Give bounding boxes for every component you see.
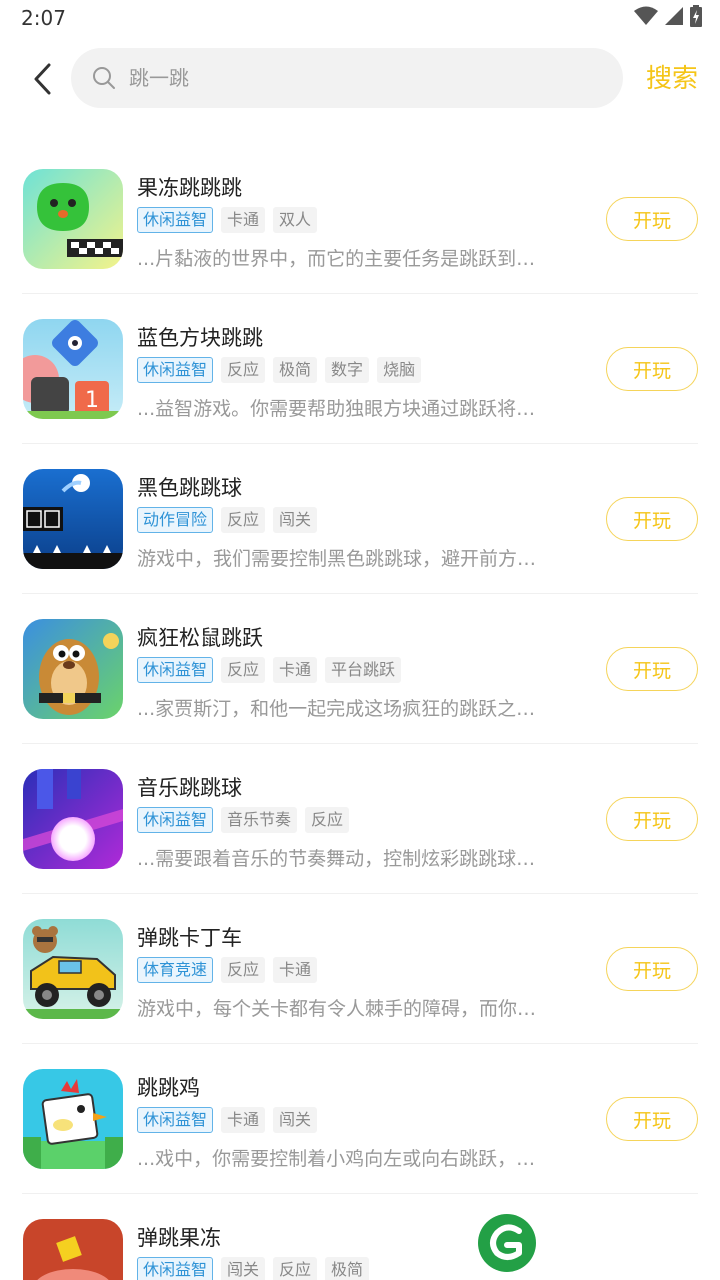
game-item[interactable]: 疯狂松鼠跳跃 休闲益智 反应 卡通 平台跳跃 ...家贾斯汀，和他一起完成这场疯… — [22, 594, 698, 744]
battery-icon — [690, 5, 702, 31]
signal-icon — [664, 6, 684, 30]
game-title: 蓝色方块跳跳 — [137, 326, 263, 350]
tag: 卡通 — [273, 657, 318, 683]
play-button[interactable]: 开玩 — [606, 197, 698, 241]
play-button[interactable]: 开玩 — [606, 647, 698, 691]
play-button[interactable]: 开玩 — [606, 347, 698, 391]
status-bar: 2:07 — [0, 0, 720, 36]
game-title: 音乐跳跳球 — [137, 776, 242, 800]
play-button[interactable]: 开玩 — [606, 797, 698, 841]
tag: 数字 — [325, 357, 370, 383]
tag-primary: 休闲益智 — [137, 1107, 214, 1133]
back-button[interactable] — [22, 54, 62, 104]
game-item[interactable]: 果冻跳跳跳 休闲益智 卡通 双人 ...片黏液的世界中，而它的主要任务是跳跃到…… — [22, 144, 698, 294]
blue-cube-icon: 1 — [23, 319, 123, 419]
game-item[interactable]: 弹跳果冻 休闲益智 闯关 反应 极简 — [22, 1194, 698, 1280]
tag: 反应 — [221, 357, 266, 383]
chicken-icon — [23, 1069, 123, 1169]
search-input[interactable] — [129, 66, 569, 90]
game-title: 黑色跳跳球 — [137, 476, 242, 500]
search-box[interactable] — [71, 48, 623, 108]
game-description: ...家贾斯汀，和他一起完成这场疯狂的跳跃之… — [137, 698, 536, 720]
back-arrow-icon — [34, 63, 51, 95]
tag: 反应 — [305, 807, 350, 833]
svg-text:1: 1 — [85, 388, 99, 413]
game-item[interactable]: 黑色跳跳球 动作冒险 反应 闯关 游戏中，我们需要控制黑色跳跳球，避开前方… 开… — [22, 444, 698, 594]
game-item[interactable]: 音乐跳跳球 休闲益智 音乐节奏 反应 ...需要跟着音乐的节奏舞动，控制炫彩跳跳… — [22, 744, 698, 894]
play-button[interactable]: 开玩 — [606, 1097, 698, 1141]
tag-primary: 休闲益智 — [137, 807, 214, 833]
tag-primary: 体育竞速 — [137, 957, 214, 983]
tag-primary: 动作冒险 — [137, 507, 214, 533]
tag: 闯关 — [273, 507, 318, 533]
game-description: ...戏中，你需要控制着小鸡向左或向右跳跃，… — [137, 1148, 536, 1170]
game-tags: 休闲益智 反应 卡通 平台跳跃 — [137, 657, 402, 683]
game-list: 果冻跳跳跳 休闲益智 卡通 双人 ...片黏液的世界中，而它的主要任务是跳跃到…… — [0, 144, 720, 1280]
play-button[interactable]: 开玩 — [606, 947, 698, 991]
wifi-icon — [634, 6, 658, 30]
bounce-jelly-icon — [23, 1219, 123, 1280]
tag: 闯关 — [273, 1107, 318, 1133]
game-tags: 动作冒险 反应 闯关 — [137, 507, 318, 533]
black-ball-icon — [23, 469, 123, 569]
tag: 卡通 — [221, 207, 266, 233]
game-item[interactable]: 1 蓝色方块跳跳 休闲益智 反应 极简 数字 烧脑 ...益智游戏。你需要帮助独… — [22, 294, 698, 444]
game-title: 果冻跳跳跳 — [137, 176, 242, 200]
game-tags: 休闲益智 音乐节奏 反应 — [137, 807, 350, 833]
tag: 音乐节奏 — [221, 807, 298, 833]
tag: 反应 — [221, 957, 266, 983]
tag: 双人 — [273, 207, 318, 233]
game-tags: 休闲益智 闯关 反应 极简 — [137, 1257, 370, 1280]
game-title: 弹跳果冻 — [137, 1226, 221, 1250]
game-title: 弹跳卡丁车 — [137, 926, 242, 950]
game-description: ...益智游戏。你需要帮助独眼方块通过跳跃将… — [137, 398, 536, 420]
game-tags: 体育竞速 反应 卡通 — [137, 957, 318, 983]
tag-primary: 休闲益智 — [137, 357, 214, 383]
game-tags: 休闲益智 反应 极简 数字 烧脑 — [137, 357, 422, 383]
status-time: 2:07 — [21, 6, 66, 30]
search-button[interactable]: 搜索 — [646, 58, 698, 95]
tag: 平台跳跃 — [325, 657, 402, 683]
tag: 反应 — [273, 1257, 318, 1280]
game-tags: 休闲益智 卡通 双人 — [137, 207, 318, 233]
game-item[interactable]: 跳跳鸡 休闲益智 卡通 闯关 ...戏中，你需要控制着小鸡向左或向右跳跃，… 开… — [22, 1044, 698, 1194]
tag-primary: 休闲益智 — [137, 657, 214, 683]
tag: 极简 — [325, 1257, 370, 1280]
game-description: 游戏中，我们需要控制黑色跳跳球，避开前方… — [137, 548, 537, 570]
tag: 卡通 — [273, 957, 318, 983]
tag: 卡通 — [221, 1107, 266, 1133]
tag: 烧脑 — [377, 357, 422, 383]
kart-icon — [23, 919, 123, 1019]
music-ball-icon — [23, 769, 123, 869]
tag-primary: 休闲益智 — [137, 207, 214, 233]
play-button[interactable]: 开玩 — [606, 497, 698, 541]
game-description: ...片黏液的世界中，而它的主要任务是跳跃到… — [137, 248, 536, 270]
game-title: 跳跳鸡 — [137, 1076, 200, 1100]
game-item[interactable]: 弹跳卡丁车 体育竞速 反应 卡通 游戏中，每个关卡都有令人棘手的障碍，而你… 开… — [22, 894, 698, 1044]
tag: 反应 — [221, 657, 266, 683]
app-logo-icon — [477, 1213, 537, 1273]
tag-primary: 休闲益智 — [137, 1257, 214, 1280]
search-header: 搜索 — [0, 36, 720, 126]
game-tags: 休闲益智 卡通 闯关 — [137, 1107, 318, 1133]
tag: 闯关 — [221, 1257, 266, 1280]
game-title: 疯狂松鼠跳跃 — [137, 626, 263, 650]
tag: 极简 — [273, 357, 318, 383]
jelly-icon — [23, 169, 123, 269]
squirrel-icon — [23, 619, 123, 719]
tag: 反应 — [221, 507, 266, 533]
game-description: 游戏中，每个关卡都有令人棘手的障碍，而你… — [137, 998, 537, 1020]
game-description: ...需要跟着音乐的节奏舞动，控制炫彩跳跳球… — [137, 848, 536, 870]
search-icon — [91, 65, 117, 91]
status-icons — [634, 5, 702, 31]
